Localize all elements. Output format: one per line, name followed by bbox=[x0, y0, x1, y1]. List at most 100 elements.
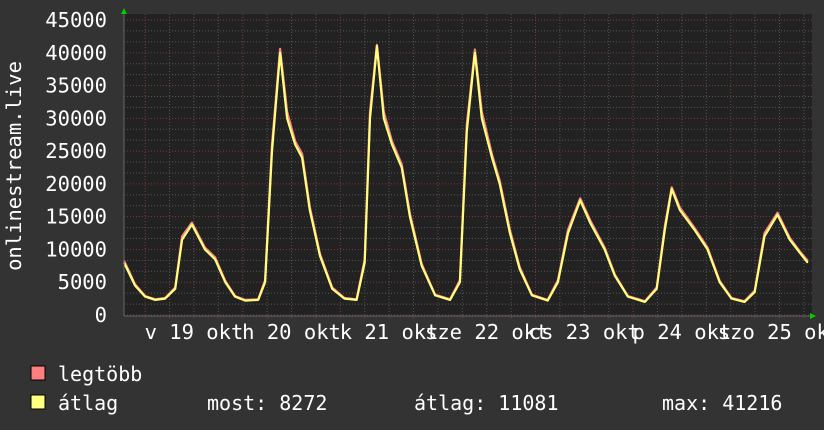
data-point bbox=[134, 284, 136, 287]
data-point bbox=[579, 197, 581, 199]
x-tick-label: szo 25 okt bbox=[718, 320, 824, 344]
data-point bbox=[181, 239, 183, 241]
data-point bbox=[174, 288, 176, 290]
stat-maximum: max: 41216 bbox=[662, 391, 782, 415]
data-point bbox=[519, 268, 521, 270]
data-point bbox=[279, 48, 281, 50]
data-point bbox=[294, 144, 296, 146]
data-point bbox=[719, 281, 721, 283]
data-point bbox=[164, 298, 166, 300]
x-axis-arrow-icon bbox=[810, 313, 816, 319]
data-point bbox=[693, 229, 696, 231]
y-tick-label: 35000 bbox=[45, 74, 107, 98]
legend-swatch-avg bbox=[30, 394, 46, 410]
data-point bbox=[204, 248, 206, 250]
data-point bbox=[776, 212, 779, 214]
data-point bbox=[706, 248, 709, 250]
data-point bbox=[531, 294, 533, 296]
data-point bbox=[319, 255, 321, 257]
data-point bbox=[154, 299, 156, 301]
data-point bbox=[754, 291, 756, 293]
data-point bbox=[644, 301, 646, 303]
data-point bbox=[301, 153, 303, 155]
data-point bbox=[279, 52, 281, 54]
y-tick-label: 40000 bbox=[45, 41, 107, 65]
y-tick-label: 5000 bbox=[58, 270, 107, 294]
data-point bbox=[401, 166, 403, 169]
data-point bbox=[547, 300, 549, 302]
data-point bbox=[481, 117, 483, 119]
data-point bbox=[671, 188, 673, 190]
x-axis-ticks: v 19 okth 20 oktk 21 oktsze 22 oktcs 23 … bbox=[145, 320, 824, 344]
data-point bbox=[309, 209, 311, 211]
y-tick-label: 10000 bbox=[45, 237, 107, 261]
data-point bbox=[191, 223, 193, 226]
data-point bbox=[730, 298, 733, 300]
data-point bbox=[557, 281, 559, 283]
data-point bbox=[474, 52, 476, 54]
data-point bbox=[376, 45, 378, 47]
data-point bbox=[271, 150, 273, 152]
data-point bbox=[244, 300, 246, 302]
data-point bbox=[421, 265, 423, 267]
x-tick-label: p 24 okt bbox=[633, 320, 732, 344]
data-point bbox=[181, 235, 183, 237]
stat-current: most: 8272 bbox=[207, 391, 327, 415]
data-point bbox=[364, 262, 366, 264]
data-point bbox=[224, 281, 226, 283]
legend-label-max: legtöbb bbox=[58, 362, 142, 386]
data-point bbox=[434, 294, 436, 296]
data-point bbox=[491, 157, 493, 159]
x-tick-label: v 19 okt bbox=[145, 320, 244, 344]
y-axis-arrow-icon bbox=[121, 8, 127, 14]
data-point bbox=[789, 239, 791, 241]
data-point bbox=[466, 130, 468, 132]
data-point bbox=[369, 117, 371, 119]
data-point bbox=[234, 296, 236, 298]
y-tick-label: 15000 bbox=[45, 205, 107, 229]
data-point bbox=[191, 222, 193, 224]
legend-label-avg: átlag bbox=[58, 391, 118, 415]
y-tick-label: 25000 bbox=[45, 139, 107, 163]
data-point bbox=[743, 301, 746, 303]
x-tick-label: h 20 okt bbox=[242, 320, 341, 344]
data-point bbox=[807, 262, 809, 264]
x-tick-label: cs 23 okt bbox=[529, 320, 640, 344]
data-point bbox=[614, 275, 616, 277]
data-point bbox=[579, 199, 581, 201]
data-point bbox=[449, 299, 451, 301]
data-point bbox=[589, 222, 592, 224]
y-tick-label: 45000 bbox=[45, 8, 107, 32]
y-axis-ticks: 0 5000 10000 15000 20000 25000 30000 35000 40000… bbox=[45, 8, 107, 327]
data-point bbox=[763, 235, 766, 237]
y-tick-label: 30000 bbox=[45, 106, 107, 130]
data-point bbox=[264, 281, 266, 283]
x-tick-label: k 21 okt bbox=[340, 320, 439, 344]
data-point bbox=[356, 299, 358, 301]
data-point bbox=[567, 232, 569, 234]
data-point bbox=[799, 252, 801, 254]
data-point bbox=[391, 144, 393, 146]
data-point bbox=[671, 186, 673, 188]
traffic-chart: 0 5000 10000 15000 20000 25000 30000 35000 40000… bbox=[2, 8, 824, 415]
y-axis-label: onlinestream.live bbox=[2, 61, 26, 271]
data-point bbox=[509, 232, 511, 234]
y-tick-label: 20000 bbox=[45, 172, 107, 196]
stat-average: átlag: 11081 bbox=[414, 391, 559, 415]
legend-swatch-max bbox=[30, 365, 46, 381]
data-point bbox=[459, 281, 461, 283]
data-point bbox=[499, 183, 501, 185]
data-point bbox=[604, 248, 606, 250]
data-point bbox=[144, 296, 146, 298]
y-tick-label: 0 bbox=[95, 303, 107, 327]
data-point bbox=[383, 117, 385, 119]
data-point bbox=[214, 258, 216, 260]
data-point bbox=[286, 117, 288, 119]
data-point bbox=[257, 299, 259, 301]
data-point bbox=[331, 288, 333, 290]
data-point bbox=[474, 48, 476, 51]
data-point bbox=[776, 214, 779, 216]
legend: legtöbb átlag most: 8272 átlag: 11081 ma… bbox=[30, 362, 782, 415]
data-point bbox=[627, 296, 629, 298]
data-point bbox=[343, 298, 345, 300]
